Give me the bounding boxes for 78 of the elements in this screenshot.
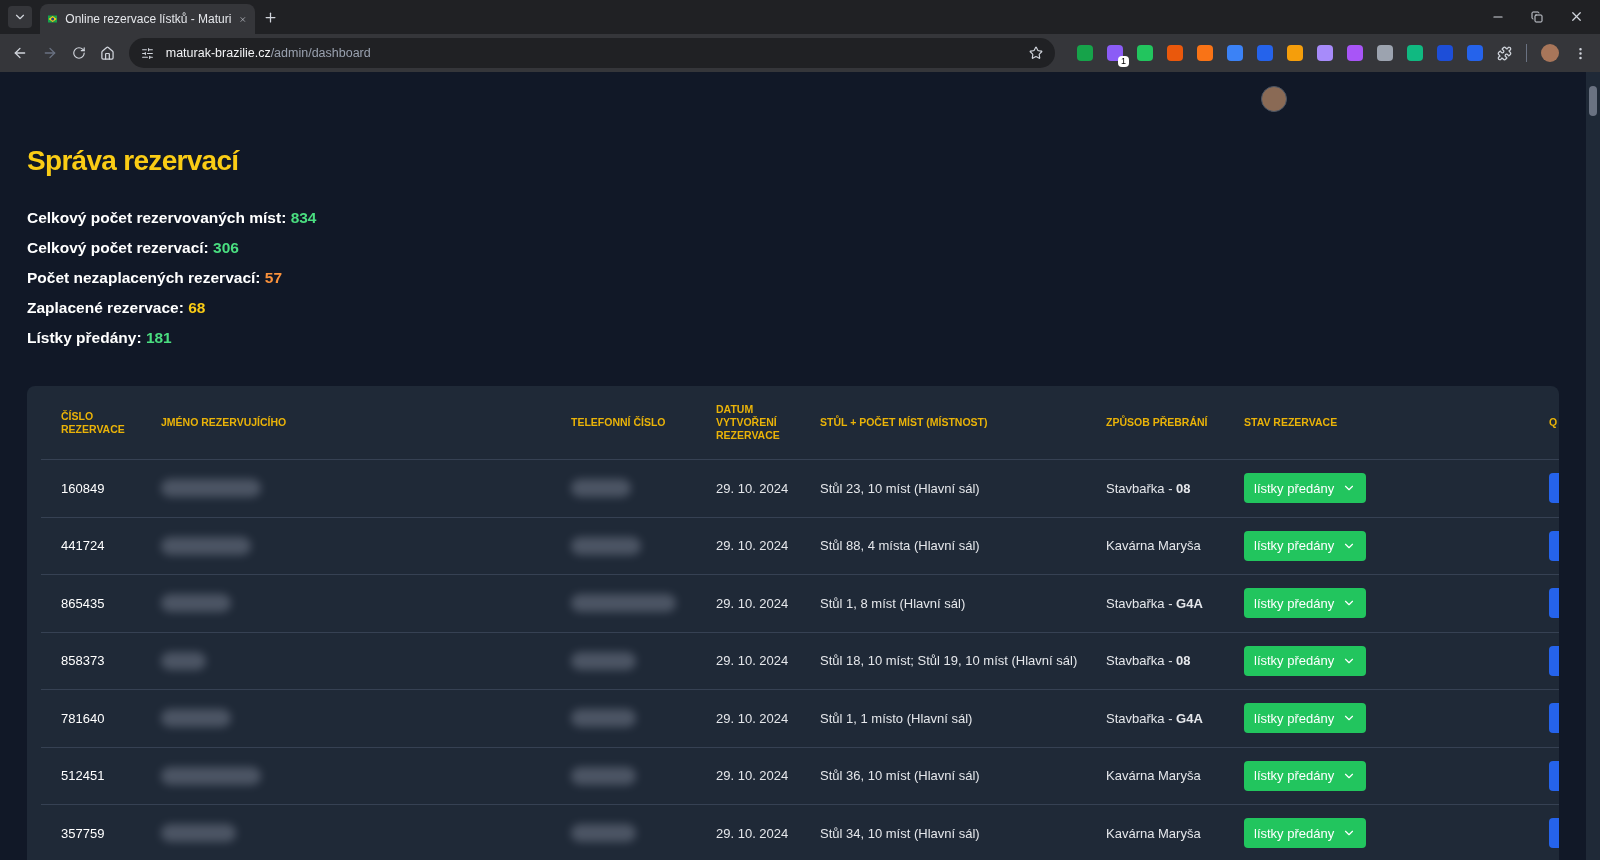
- extension-icon[interactable]: [1107, 45, 1123, 61]
- url-text: maturak-brazilie.cz/admin/dashboard: [165, 44, 372, 62]
- home-icon[interactable]: [99, 45, 115, 61]
- table-cell: Stavbařka - 08: [1106, 480, 1191, 496]
- blurred-phone: [571, 766, 636, 785]
- profile-avatar[interactable]: [1541, 44, 1559, 62]
- stat-line: Celkový počet rezervovaných míst: 834: [27, 208, 318, 228]
- blurred-phone: [571, 709, 636, 728]
- status-dropdown[interactable]: lístky předány: [1244, 473, 1367, 504]
- extension-badge: 1: [1118, 56, 1129, 67]
- bookmark-star-icon[interactable]: [1029, 46, 1043, 60]
- browser-tab[interactable]: Online rezervace lístků - Maturi: [40, 4, 255, 34]
- restore-icon[interactable]: [1531, 10, 1543, 23]
- table-cell: Kavárna Maryša: [1106, 538, 1201, 553]
- back-icon[interactable]: [12, 45, 28, 61]
- table-cell: 29. 10. 2024: [716, 653, 789, 668]
- table-cell: Kavárna Maryša: [1106, 825, 1201, 841]
- table-cell: 357759: [61, 825, 105, 841]
- stat-line: Lístky předány: 181: [27, 328, 173, 348]
- status-dropdown[interactable]: lístky předány: [1244, 588, 1367, 619]
- status-dropdown[interactable]: lístky předány: [1244, 818, 1367, 849]
- table-cell: Stavbařka - G4A: [1106, 710, 1203, 726]
- table-cell: Stůl 23, 10 míst (Hlavní sál): [820, 480, 980, 496]
- extensions-icon[interactable]: [1497, 45, 1512, 61]
- flag-icon: [48, 13, 58, 25]
- table-cell: 512451: [61, 768, 105, 783]
- stat-line: Celkový počet rezervací: 306: [27, 238, 240, 258]
- blurred-phone: [571, 651, 636, 670]
- tab-title: Online rezervace lístků - Maturi: [65, 11, 232, 28]
- user-avatar[interactable]: [1261, 86, 1287, 112]
- table-cell: Kavárna Maryša: [1106, 768, 1201, 783]
- table-cell: Stůl 34, 10 míst (Hlavní sál): [820, 825, 980, 841]
- table-cell: 29. 10. 2024: [716, 768, 789, 783]
- status-dropdown[interactable]: lístky předány: [1244, 645, 1367, 676]
- column-header: ČÍSLO REZERVACE: [61, 409, 126, 436]
- table-cell: 858373: [61, 653, 105, 668]
- blurred-phone: [571, 479, 631, 498]
- page-title: Správa rezervací: [27, 144, 241, 178]
- blurred-name: [161, 709, 231, 728]
- new-tab-icon[interactable]: [263, 10, 278, 25]
- column-header: TELEFONNÍ ČÍSLO: [571, 416, 667, 429]
- table-cell: Stůl 36, 10 míst (Hlavní sál): [820, 768, 980, 783]
- tab-list-button[interactable]: [8, 6, 32, 28]
- column-header: Q: [1549, 416, 1559, 429]
- table-cell: 29. 10. 2024: [716, 538, 789, 553]
- table-cell: Stůl 18, 10 míst; Stůl 19, 10 míst (Hlavní sál): [820, 653, 1078, 668]
- table-cell: 29. 10. 2024: [716, 595, 789, 611]
- address-bar[interactable]: maturak-brazilie.cz/admin/dashboard: [128, 38, 1055, 68]
- table-cell: Stůl 1, 1 místo (Hlavní sál): [820, 710, 973, 726]
- reload-icon[interactable]: [71, 46, 86, 60]
- table-cell: 441724: [61, 538, 105, 553]
- blurred-name: [161, 594, 231, 613]
- stat-line: Počet nezaplacených rezervací: 57: [27, 268, 284, 288]
- status-dropdown[interactable]: lístky předány: [1244, 760, 1367, 791]
- table-cell: Stavbařka - 08: [1106, 653, 1191, 668]
- status-dropdown[interactable]: lístky předány: [1244, 530, 1367, 561]
- blurred-phone: [571, 536, 641, 555]
- table-cell: 160849: [61, 480, 105, 496]
- site-settings-icon[interactable]: [140, 46, 154, 60]
- stat-line: Zaplacené rezervace: 68: [27, 298, 207, 318]
- table-cell: Stavbařka - G4A: [1106, 595, 1203, 611]
- table-cell: Stůl 88, 4 místa (Hlavní sál): [820, 538, 980, 553]
- table-cell: 29. 10. 2024: [716, 480, 789, 496]
- table-cell: 29. 10. 2024: [716, 825, 789, 841]
- column-header: ZPŮSOB PŘEBRÁNÍ: [1106, 416, 1209, 429]
- scrollbar[interactable]: [1586, 72, 1600, 860]
- blurred-phone: [571, 824, 636, 843]
- table-cell: 29. 10. 2024: [716, 710, 789, 726]
- column-header: STŮL + POČET MÍST (MÍSTNOST): [820, 416, 989, 429]
- table-cell: 865435: [61, 595, 105, 611]
- blurred-name: [161, 651, 206, 670]
- close-icon[interactable]: [1569, 9, 1584, 24]
- table-cell: Stůl 1, 8 míst (Hlavní sál): [820, 595, 966, 611]
- column-header: STAV REZERVACE: [1244, 416, 1339, 429]
- table-cell: 781640: [61, 710, 105, 726]
- column-header: DATUM VYTVOŘENÍ REZERVACE: [716, 403, 781, 442]
- column-header: JMÉNO REZERVUJÍCÍHO: [161, 416, 288, 429]
- status-dropdown[interactable]: lístky předány: [1244, 703, 1367, 734]
